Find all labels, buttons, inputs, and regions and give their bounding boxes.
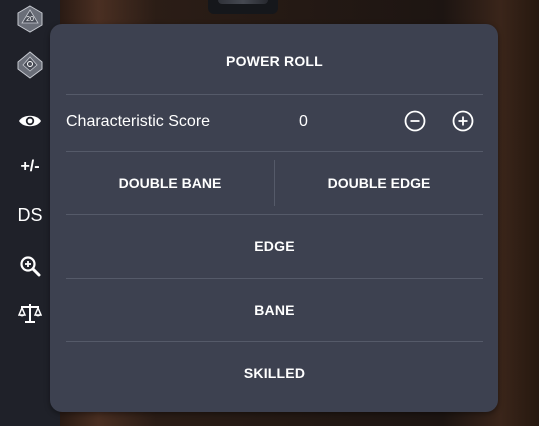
characteristic-score-value: 0 bbox=[299, 113, 308, 130]
scales-icon[interactable] bbox=[10, 298, 50, 328]
power-roll-panel: POWER ROLL Characteristic Score 0 DOUBLE… bbox=[50, 24, 498, 412]
power-roll-button[interactable]: POWER ROLL bbox=[66, 38, 483, 84]
d10-dice-icon[interactable] bbox=[10, 50, 50, 80]
skilled-button[interactable]: SKILLED bbox=[66, 342, 483, 404]
double-bane-button[interactable]: DOUBLE BANE bbox=[66, 152, 274, 214]
d20-dice-icon[interactable]: 20 bbox=[10, 4, 50, 34]
edge-button[interactable]: EDGE bbox=[66, 215, 483, 277]
zoom-in-icon[interactable] bbox=[10, 251, 50, 281]
eye-icon[interactable] bbox=[10, 106, 50, 136]
double-edge-button[interactable]: DOUBLE EDGE bbox=[275, 152, 483, 214]
plus-circle-icon[interactable] bbox=[452, 110, 474, 132]
characteristic-score-label: Characteristic Score bbox=[66, 113, 211, 130]
minus-circle-icon[interactable] bbox=[404, 110, 426, 132]
characteristic-score-row: Characteristic Score 0 bbox=[66, 94, 483, 150]
modifier-button[interactable]: +/- bbox=[10, 152, 50, 182]
d20-label: 20 bbox=[26, 16, 34, 23]
bane-button[interactable]: BANE bbox=[66, 279, 483, 341]
ds-button[interactable]: DS bbox=[10, 200, 50, 230]
tabletop-dice bbox=[208, 0, 278, 14]
